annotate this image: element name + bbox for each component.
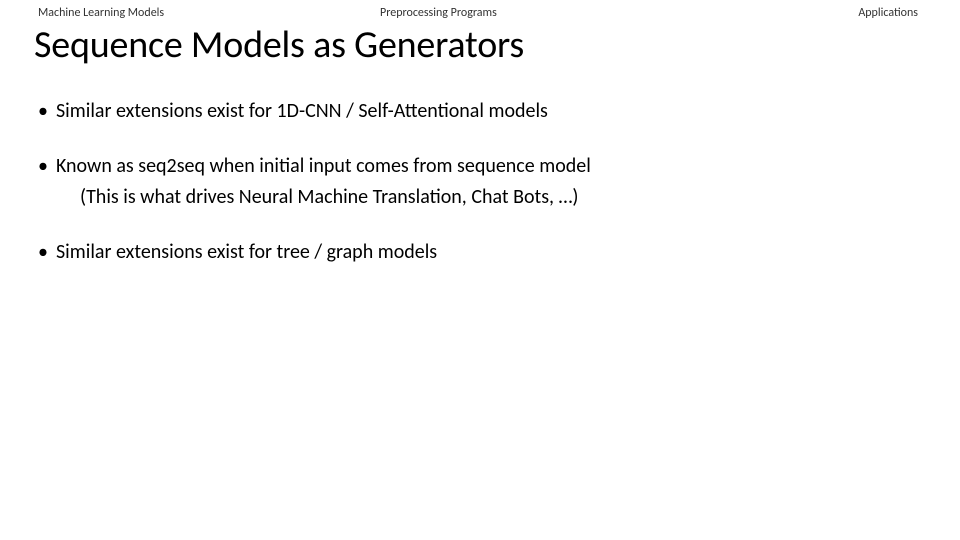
bullet-text: Similar extensions exist for tree / grap… xyxy=(56,239,960,266)
bullet-text: Known as seq2seq when initial input come… xyxy=(56,153,960,180)
header-label-applications: Applications xyxy=(858,6,960,20)
bullet-item: • Known as seq2seq when initial input co… xyxy=(38,153,960,180)
bullet-item: • Similar extensions exist for 1D-CNN / … xyxy=(38,98,960,125)
slide-title: Sequence Models as Generators xyxy=(0,20,960,68)
header-nav: Machine Learning Models Preprocessing Pr… xyxy=(0,0,960,20)
slide-content: • Similar extensions exist for 1D-CNN / … xyxy=(0,68,960,266)
bullet-marker-icon: • xyxy=(38,239,48,266)
bullet-marker-icon: • xyxy=(38,153,48,180)
bullet-subtext: (This is what drives Neural Machine Tran… xyxy=(38,184,960,211)
bullet-block: • Known as seq2seq when initial input co… xyxy=(38,153,960,211)
bullet-text: Similar extensions exist for 1D-CNN / Se… xyxy=(56,98,960,125)
bullet-marker-icon: • xyxy=(38,98,48,125)
header-label-preprocessing: Preprocessing Programs xyxy=(380,6,680,20)
bullet-item: • Similar extensions exist for tree / gr… xyxy=(38,239,960,266)
header-label-ml-models: Machine Learning Models xyxy=(0,6,380,20)
